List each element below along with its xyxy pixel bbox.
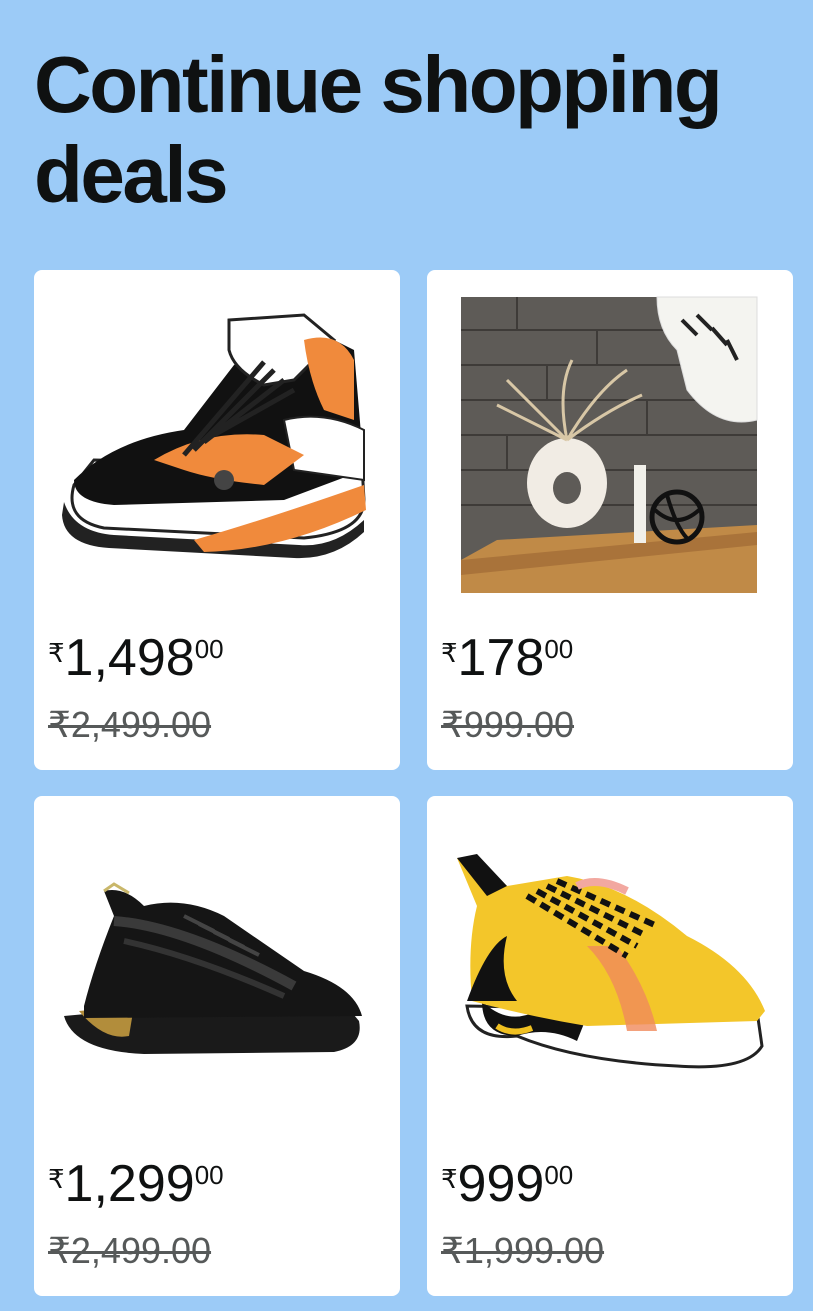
black-running-shoe-image[interactable] — [34, 796, 400, 1136]
price-fraction: 00 — [194, 1160, 224, 1190]
price: ₹17800 — [441, 628, 573, 688]
list-price: ₹2,499.00 — [48, 1230, 212, 1271]
basketball-shoe-image[interactable] — [34, 270, 400, 610]
price-fraction: 00 — [544, 634, 574, 664]
list-price: ₹1,999.00 — [441, 1230, 605, 1271]
price-whole: 999 — [457, 1155, 545, 1213]
price-whole: 178 — [457, 629, 545, 687]
product-card[interactable]: ₹1,49800 ₹2,499.00 — [34, 270, 400, 770]
list-price: ₹2,499.00 — [48, 704, 212, 745]
currency-symbol: ₹ — [48, 1164, 65, 1194]
price-fraction: 00 — [194, 634, 224, 664]
price-whole: 1,299 — [64, 1155, 195, 1213]
currency-symbol: ₹ — [441, 638, 458, 668]
price: ₹1,29900 — [48, 1154, 224, 1214]
section-title: Continue shopping deals — [34, 40, 723, 219]
currency-symbol: ₹ — [48, 638, 65, 668]
price-fraction: 00 — [544, 1160, 574, 1190]
currency-symbol: ₹ — [441, 1164, 458, 1194]
product-card[interactable]: ₹1,29900 ₹2,499.00 — [34, 796, 400, 1296]
vase-decor-image[interactable] — [427, 270, 793, 610]
price: ₹1,49800 — [48, 628, 224, 688]
price-whole: 1,498 — [64, 629, 195, 687]
product-card[interactable]: ₹99900 ₹1,999.00 — [427, 796, 793, 1296]
product-card[interactable]: ₹17800 ₹999.00 — [427, 270, 793, 770]
price: ₹99900 — [441, 1154, 573, 1214]
list-price: ₹999.00 — [441, 704, 575, 745]
yellow-running-shoe-image[interactable] — [427, 796, 793, 1136]
